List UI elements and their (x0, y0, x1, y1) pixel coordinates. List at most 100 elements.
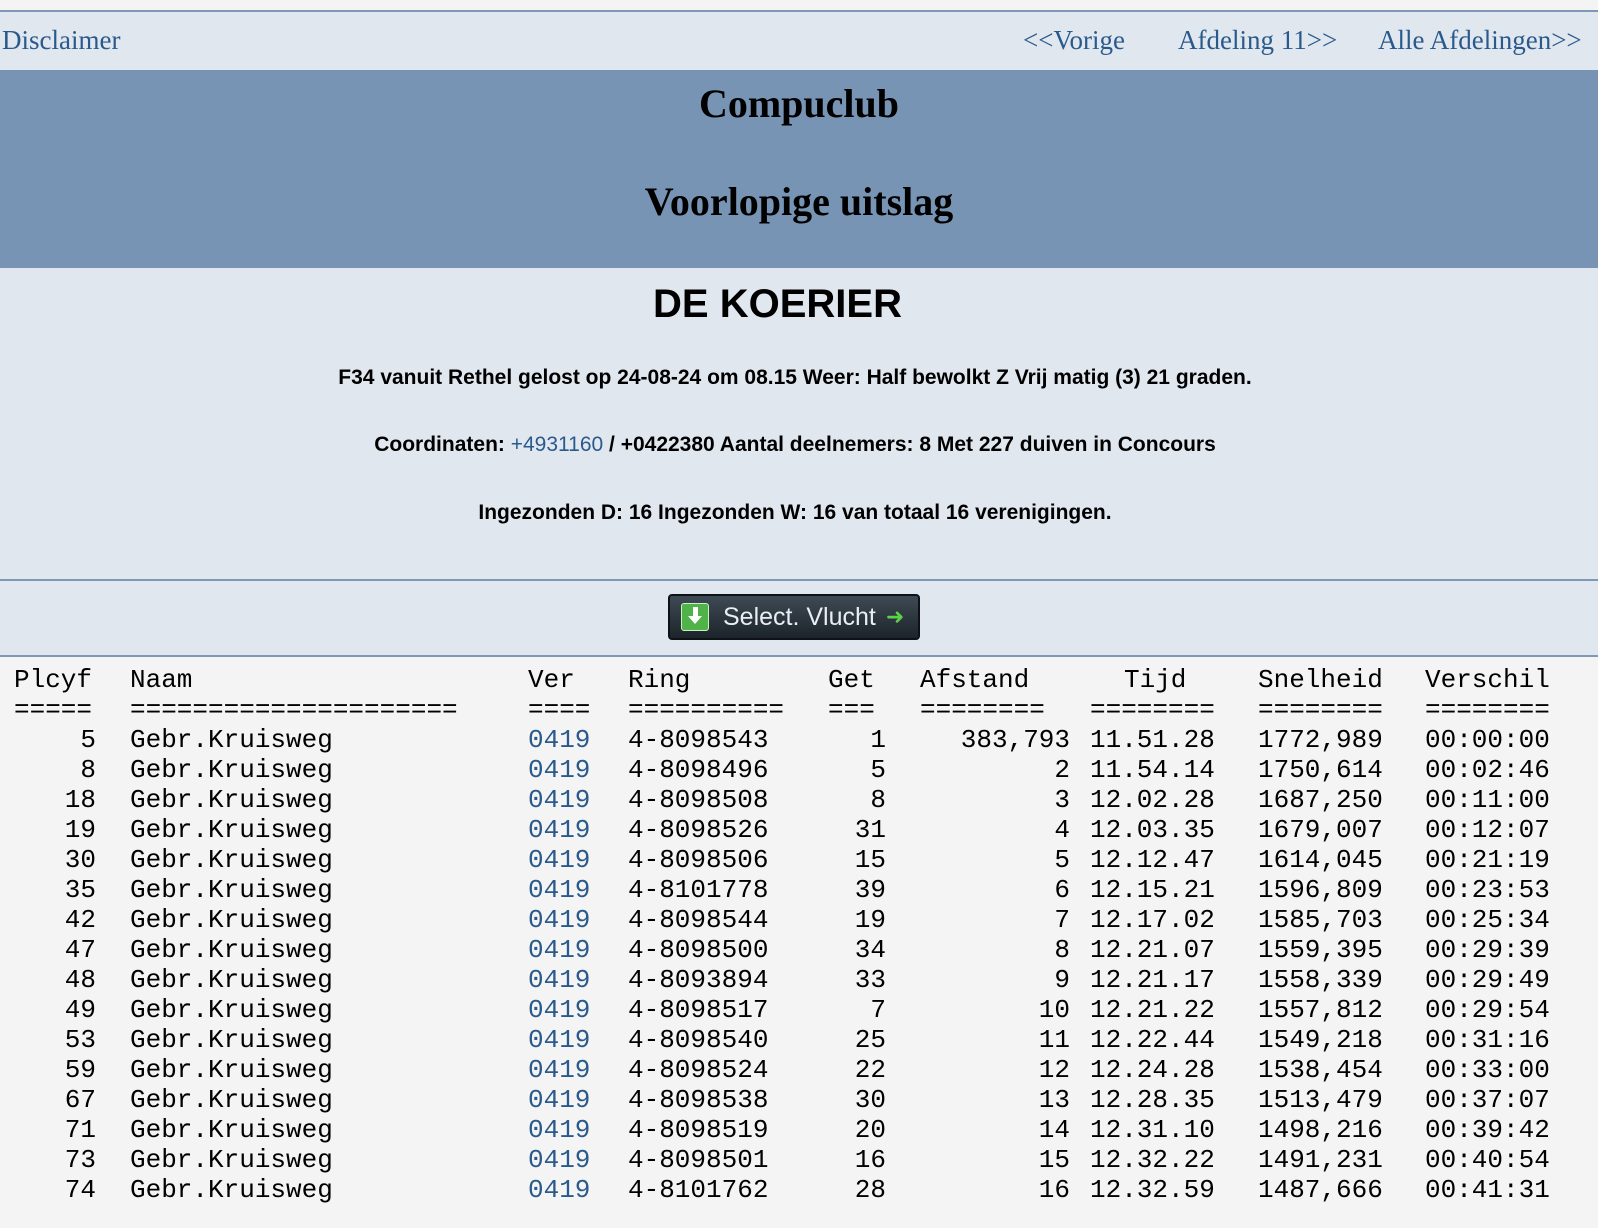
cell-naam: Gebr.Kruisweg (130, 875, 333, 905)
cell-naam: Gebr.Kruisweg (130, 935, 333, 965)
disclaimer-link[interactable]: Disclaimer (2, 25, 120, 56)
coordinates-rest: / +0422380 Aantal deelnemers: 8 Met 227 … (603, 433, 1216, 456)
cell-verschil: 00:29:54 (1425, 995, 1550, 1025)
cell-tijd: 11.54.14 (1090, 755, 1215, 785)
cell-tijd: 12.17.02 (1090, 905, 1215, 935)
cell-plcyf: 71 (64, 1115, 96, 1145)
cell-ver[interactable]: 0419 (528, 875, 590, 905)
cell-ring: 4-8098543 (628, 725, 769, 755)
cell-naam: Gebr.Kruisweg (130, 785, 333, 815)
cell-ver[interactable]: 0419 (528, 1085, 590, 1115)
header-tijd: Tijd (1124, 665, 1187, 695)
cell-afstand: 7 (1054, 905, 1070, 935)
cell-tijd: 12.12.47 (1090, 845, 1215, 875)
cell-plcyf: 30 (64, 845, 96, 875)
race-description: F34 vanuit Rethel gelost op 24-08-24 om … (338, 366, 1252, 389)
cell-get: 34 (854, 935, 886, 965)
cell-ver[interactable]: 0419 (528, 755, 590, 785)
header-plcyf: Plcyf (14, 665, 93, 695)
banner-title: Compuclub (698, 81, 900, 126)
coordinates-link[interactable]: +4931160 (511, 433, 603, 456)
cell-verschil: 00:31:16 (1425, 1025, 1550, 1055)
cell-naam: Gebr.Kruisweg (130, 1085, 333, 1115)
cell-get: 5 (870, 755, 886, 785)
cell-verschil: 00:37:07 (1425, 1085, 1550, 1115)
separator-verschil: ======== (1425, 695, 1550, 725)
cell-tijd: 12.32.22 (1090, 1145, 1215, 1175)
cell-ver[interactable]: 0419 (528, 1145, 590, 1175)
cell-verschil: 00:00:00 (1425, 725, 1550, 755)
cell-ver[interactable]: 0419 (528, 965, 590, 995)
cell-plcyf: 5 (80, 725, 96, 755)
cell-ver[interactable]: 0419 (528, 845, 590, 875)
separator-snelheid: ======== (1258, 695, 1383, 725)
cell-verschil: 00:40:54 (1425, 1145, 1550, 1175)
cell-verschil: 00:41:31 (1425, 1175, 1550, 1205)
cell-tijd: 12.22.44 (1090, 1025, 1215, 1055)
cell-afstand: 12 (1038, 1055, 1070, 1085)
cell-get: 25 (854, 1025, 886, 1055)
cell-ver[interactable]: 0419 (528, 785, 590, 815)
cell-afstand: 383,793 (960, 725, 1070, 755)
select-flight-label: Select. Vlucht (723, 602, 876, 631)
cell-afstand: 2 (1054, 755, 1070, 785)
cell-get: 39 (854, 875, 886, 905)
separator-plcyf: ===== (14, 695, 93, 725)
cell-naam: Gebr.Kruisweg (130, 725, 333, 755)
separator-tijd: ======== (1090, 695, 1215, 725)
cell-verschil: 00:33:00 (1425, 1055, 1550, 1085)
cell-naam: Gebr.Kruisweg (130, 905, 333, 935)
cell-verschil: 00:29:39 (1425, 935, 1550, 965)
cell-tijd: 12.21.22 (1090, 995, 1215, 1025)
cell-plcyf: 19 (64, 815, 96, 845)
cell-ring: 4-8098538 (628, 1085, 769, 1115)
cell-afstand: 4 (1054, 815, 1070, 845)
cell-ring: 4-8098508 (628, 785, 769, 815)
cell-ver[interactable]: 0419 (528, 935, 590, 965)
cell-ver[interactable]: 0419 (528, 995, 590, 1025)
cell-ring: 4-8098496 (628, 755, 769, 785)
arrow-right-icon: ➜ (885, 604, 905, 629)
coordinates-line: Coordinaten: +4931160 / +0422380 Aantal … (0, 433, 1590, 457)
next-department-link[interactable]: Afdeling 11>> (1178, 25, 1337, 56)
header-snelheid: Snelheid (1258, 665, 1383, 695)
header-naam: Naam (130, 665, 193, 695)
cell-ver[interactable]: 0419 (528, 815, 590, 845)
cell-naam: Gebr.Kruisweg (130, 845, 333, 875)
race-info-panel: DE KOERIER F34 vanuit Rethel gelost op 2… (0, 268, 1598, 579)
previous-link[interactable]: <<Vorige (1023, 25, 1125, 56)
cell-plcyf: 59 (64, 1055, 96, 1085)
header-afstand: Afstand (920, 665, 1030, 695)
separator-afstand: ======== (920, 695, 1045, 725)
cell-tijd: 12.03.35 (1090, 815, 1215, 845)
cell-verschil: 00:25:34 (1425, 905, 1550, 935)
cell-snelheid: 1487,666 (1258, 1175, 1383, 1205)
cell-snelheid: 1558,339 (1258, 965, 1383, 995)
cell-ver[interactable]: 0419 (528, 1055, 590, 1085)
cell-ver[interactable]: 0419 (528, 1115, 590, 1145)
cell-ver[interactable]: 0419 (528, 1175, 590, 1205)
cell-afstand: 15 (1038, 1145, 1070, 1175)
cell-plcyf: 74 (64, 1175, 96, 1205)
cell-tijd: 12.02.28 (1090, 785, 1215, 815)
cell-plcyf: 53 (64, 1025, 96, 1055)
cell-verschil: 00:23:53 (1425, 875, 1550, 905)
cell-tijd: 12.24.28 (1090, 1055, 1215, 1085)
all-departments-link[interactable]: Alle Afdelingen>> (1378, 25, 1582, 56)
cell-snelheid: 1513,479 (1258, 1085, 1383, 1115)
cell-snelheid: 1585,703 (1258, 905, 1383, 935)
submitted-summary: Ingezonden D: 16 Ingezonden W: 16 van to… (478, 501, 1112, 524)
header-ring: Ring (628, 665, 691, 695)
download-icon (681, 603, 709, 631)
cell-naam: Gebr.Kruisweg (130, 1055, 333, 1085)
cell-ver[interactable]: 0419 (528, 905, 590, 935)
cell-get: 30 (854, 1085, 886, 1115)
cell-afstand: 3 (1054, 785, 1070, 815)
cell-naam: Gebr.Kruisweg (130, 1145, 333, 1175)
cell-afstand: 9 (1054, 965, 1070, 995)
cell-ver[interactable]: 0419 (528, 725, 590, 755)
cell-ring: 4-8098501 (628, 1145, 769, 1175)
cell-ver[interactable]: 0419 (528, 1025, 590, 1055)
header-banner: Compuclub Voorlopige uitslag (0, 70, 1598, 268)
select-flight-button[interactable]: Select. Vlucht ➜ (668, 594, 920, 640)
